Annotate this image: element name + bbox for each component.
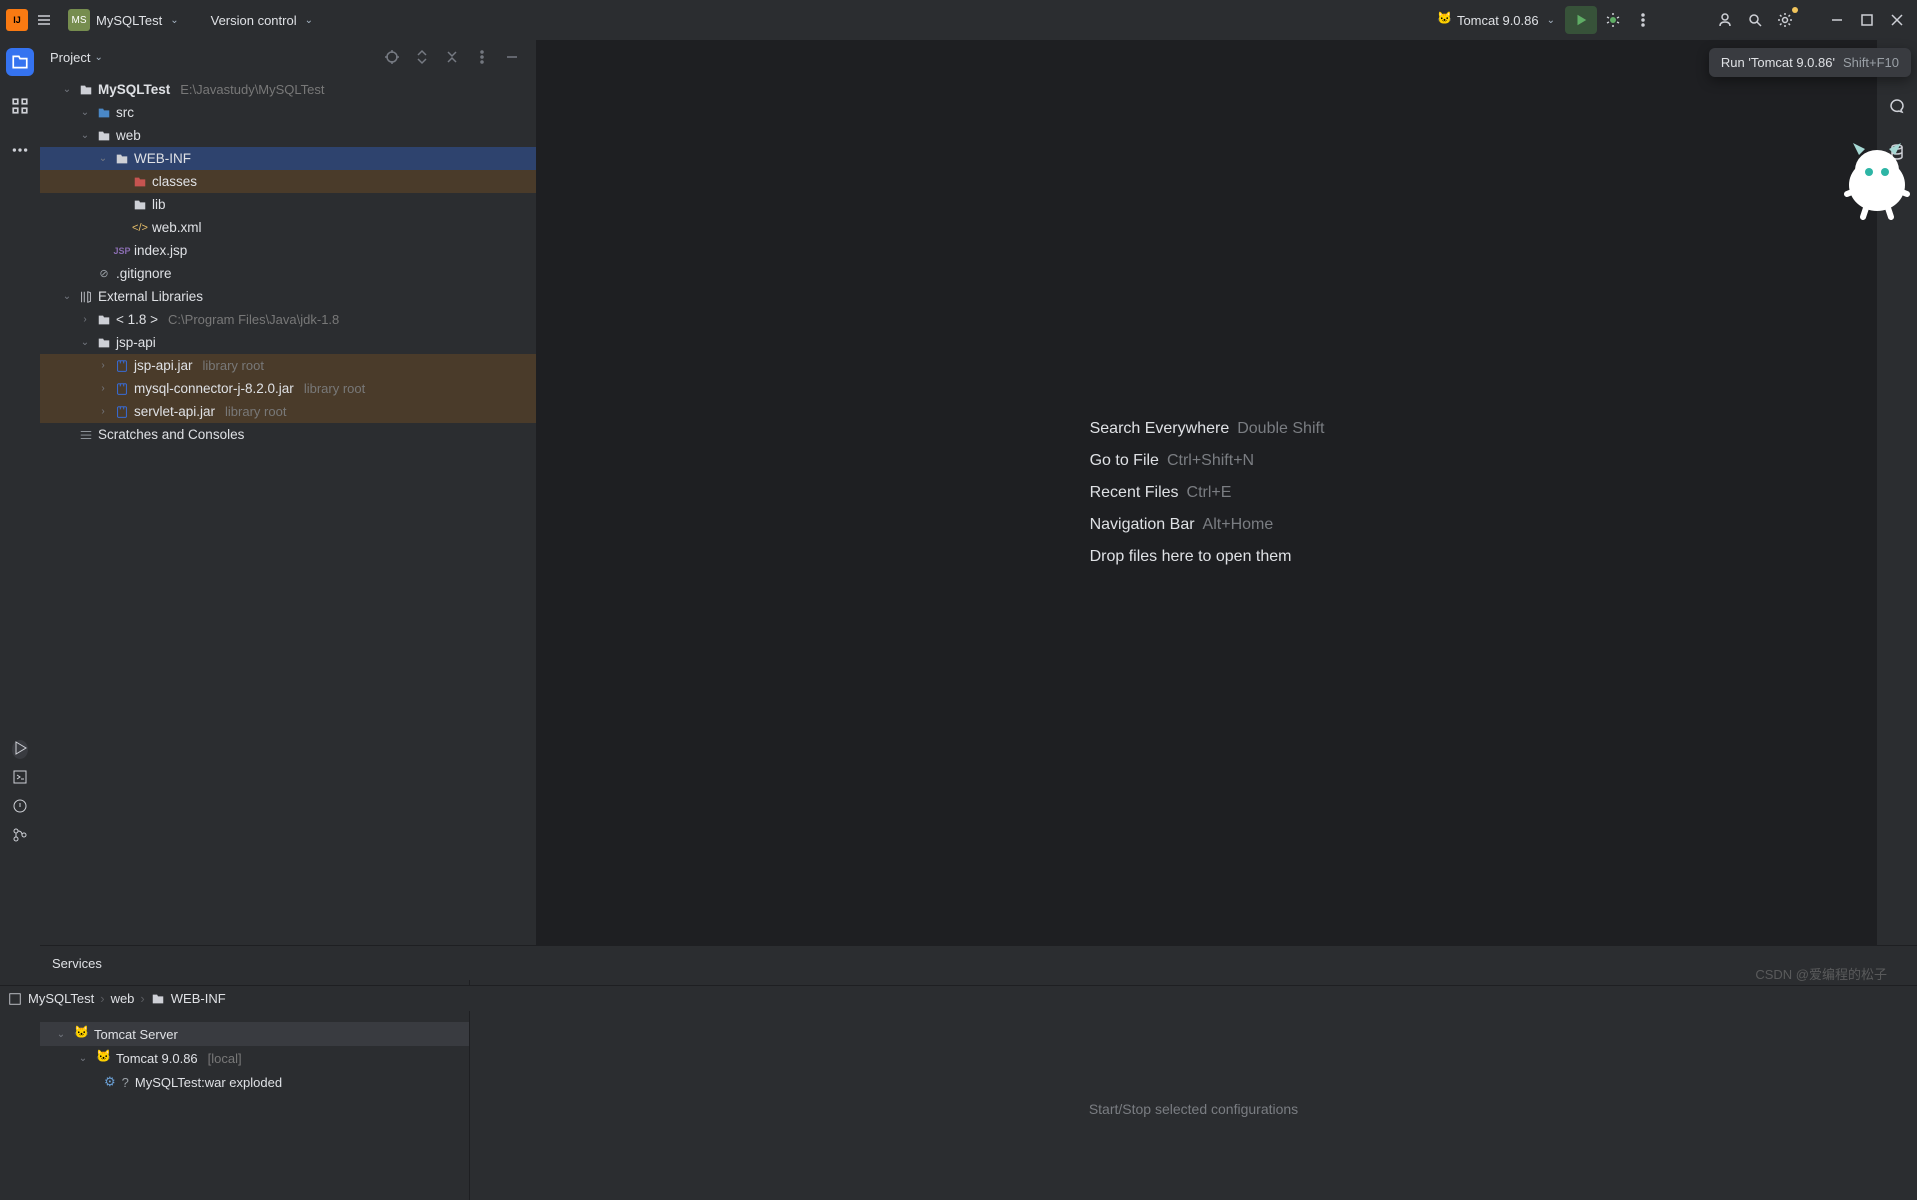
code-with-me-button[interactable] <box>1711 6 1739 34</box>
search-button[interactable] <box>1741 6 1769 34</box>
bottom-left-toolstrip <box>0 730 40 985</box>
tomcat-icon <box>96 1051 110 1065</box>
vcs-menu[interactable]: Version control ⌄ <box>203 13 321 28</box>
options-icon[interactable] <box>468 43 496 71</box>
watermark: CSDN @爱编程的松子 <box>1755 964 1887 983</box>
project-name-label: MySQLTest <box>96 13 162 28</box>
more-actions-button[interactable] <box>1629 6 1657 34</box>
run-configuration-selector[interactable]: Tomcat 9.0.86 ⌄ <box>1429 6 1563 34</box>
services-placeholder: Start/Stop selected configurations <box>1089 1101 1298 1117</box>
debug-button[interactable] <box>1599 6 1627 34</box>
project-tool-button[interactable] <box>6 48 34 76</box>
vcs-label: Version control <box>211 13 297 28</box>
problems-tool-button[interactable] <box>12 798 28 817</box>
tomcat-icon <box>1437 13 1451 27</box>
hint-recent-files: Recent FilesCtrl+E <box>1090 484 1325 502</box>
project-panel-title: Project <box>50 50 90 65</box>
tree-node-jdk[interactable]: ›< 1.8 >C:\Program Files\Java\jdk-1.8 <box>40 308 536 331</box>
breadcrumb-item[interactable]: MySQLTest <box>28 991 94 1006</box>
tree-node-project-root[interactable]: ⌄MySQLTestE:\Javastudy\MySQLTest <box>40 78 536 101</box>
tree-node-webinf[interactable]: ⌄WEB-INF <box>40 147 536 170</box>
tree-node-mysql-jar[interactable]: ›mysql-connector-j-8.2.0.jarlibrary root <box>40 377 536 400</box>
app-logo: IJ <box>6 9 28 31</box>
mascot-character <box>1837 130 1917 220</box>
tree-node-lib[interactable]: ›lib <box>40 193 536 216</box>
expand-all-icon[interactable] <box>408 43 436 71</box>
services-title: Services <box>52 956 102 971</box>
tree-node-servlet-jar[interactable]: ›servlet-api.jarlibrary root <box>40 400 536 423</box>
tooltip-shortcut: Shift+F10 <box>1843 55 1899 70</box>
project-tree[interactable]: ⌄MySQLTestE:\Javastudy\MySQLTest ⌄src ⌄w… <box>40 74 536 945</box>
service-artifact[interactable]: ⚙?MySQLTest:war exploded <box>40 1070 469 1094</box>
settings-button[interactable] <box>1771 6 1799 34</box>
crosshair-icon[interactable] <box>378 43 406 71</box>
chevron-down-icon: ⌄ <box>305 15 313 26</box>
tree-node-classes[interactable]: ›classes <box>40 170 536 193</box>
breadcrumb-item[interactable]: web <box>111 991 135 1006</box>
terminal-tool-button[interactable] <box>12 769 28 788</box>
editor-hints: Search EverywhereDouble Shift Go to File… <box>1090 420 1325 566</box>
close-button[interactable] <box>1883 6 1911 34</box>
collapse-all-icon[interactable] <box>438 43 466 71</box>
tree-node-gitignore[interactable]: ›⊘.gitignore <box>40 262 536 285</box>
module-icon <box>8 992 22 1006</box>
services-panel: Services ⌄Tomcat Server ⌄Tomcat 9.0.86[l… <box>40 945 1917 1200</box>
tree-node-web[interactable]: ⌄web <box>40 124 536 147</box>
service-tomcat-server[interactable]: ⌄Tomcat Server <box>40 1022 469 1046</box>
minimize-button[interactable] <box>1823 6 1851 34</box>
main-menu-button[interactable] <box>30 6 58 34</box>
titlebar: IJ MS MySQLTest ⌄ Version control ⌄ Tomc… <box>0 0 1917 40</box>
hint-navigation-bar: Navigation BarAlt+Home <box>1090 516 1325 534</box>
git-tool-button[interactable] <box>12 827 28 846</box>
tooltip-text: Run 'Tomcat 9.0.86' <box>1721 55 1835 70</box>
tree-node-indexjsp[interactable]: ›JSPindex.jsp <box>40 239 536 262</box>
run-config-label: Tomcat 9.0.86 <box>1457 13 1539 28</box>
tree-node-src[interactable]: ⌄src <box>40 101 536 124</box>
chevron-down-icon: ⌄ <box>1547 15 1555 26</box>
tree-node-webxml[interactable]: ›</>web.xml <box>40 216 536 239</box>
services-tool-button[interactable] <box>12 740 28 759</box>
tree-node-scratches[interactable]: ›Scratches and Consoles <box>40 423 536 446</box>
chevron-down-icon: ⌄ <box>170 15 178 26</box>
tomcat-icon <box>74 1027 88 1041</box>
hide-panel-icon[interactable] <box>498 43 526 71</box>
services-tree[interactable]: ⌄Tomcat Server ⌄Tomcat 9.0.86[local] ⚙?M… <box>40 1018 469 1094</box>
more-tool-button[interactable] <box>6 136 34 164</box>
project-badge: MS <box>68 9 90 31</box>
breadcrumb-item[interactable]: WEB-INF <box>171 991 226 1006</box>
library-icon <box>78 289 94 305</box>
service-tomcat-instance[interactable]: ⌄Tomcat 9.0.86[local] <box>40 1046 469 1070</box>
maximize-button[interactable] <box>1853 6 1881 34</box>
hint-drop-files: Drop files here to open them <box>1090 548 1325 566</box>
chevron-down-icon[interactable]: ⌄ <box>94 52 102 63</box>
folder-icon <box>151 992 165 1006</box>
structure-tool-button[interactable] <box>6 92 34 120</box>
breadcrumb: MySQLTest › web › WEB-INF <box>0 985 1917 1011</box>
project-panel: Project ⌄ ⌄MySQLTestE:\Javastudy\MySQLTe… <box>40 40 537 945</box>
project-selector[interactable]: MS MySQLTest ⌄ <box>60 9 187 31</box>
hint-search-everywhere: Search EverywhereDouble Shift <box>1090 420 1325 438</box>
editor-area[interactable]: Search EverywhereDouble Shift Go to File… <box>537 40 1877 945</box>
ai-assistant-button[interactable] <box>1883 92 1911 120</box>
tree-node-jspapi-jar[interactable]: ›jsp-api.jarlibrary root <box>40 354 536 377</box>
run-tooltip: Run 'Tomcat 9.0.86' Shift+F10 <box>1709 48 1911 77</box>
tree-node-external-libraries[interactable]: ⌄External Libraries <box>40 285 536 308</box>
run-button[interactable] <box>1565 6 1597 34</box>
hint-go-to-file: Go to FileCtrl+Shift+N <box>1090 452 1325 470</box>
tree-node-jspapi[interactable]: ⌄jsp-api <box>40 331 536 354</box>
